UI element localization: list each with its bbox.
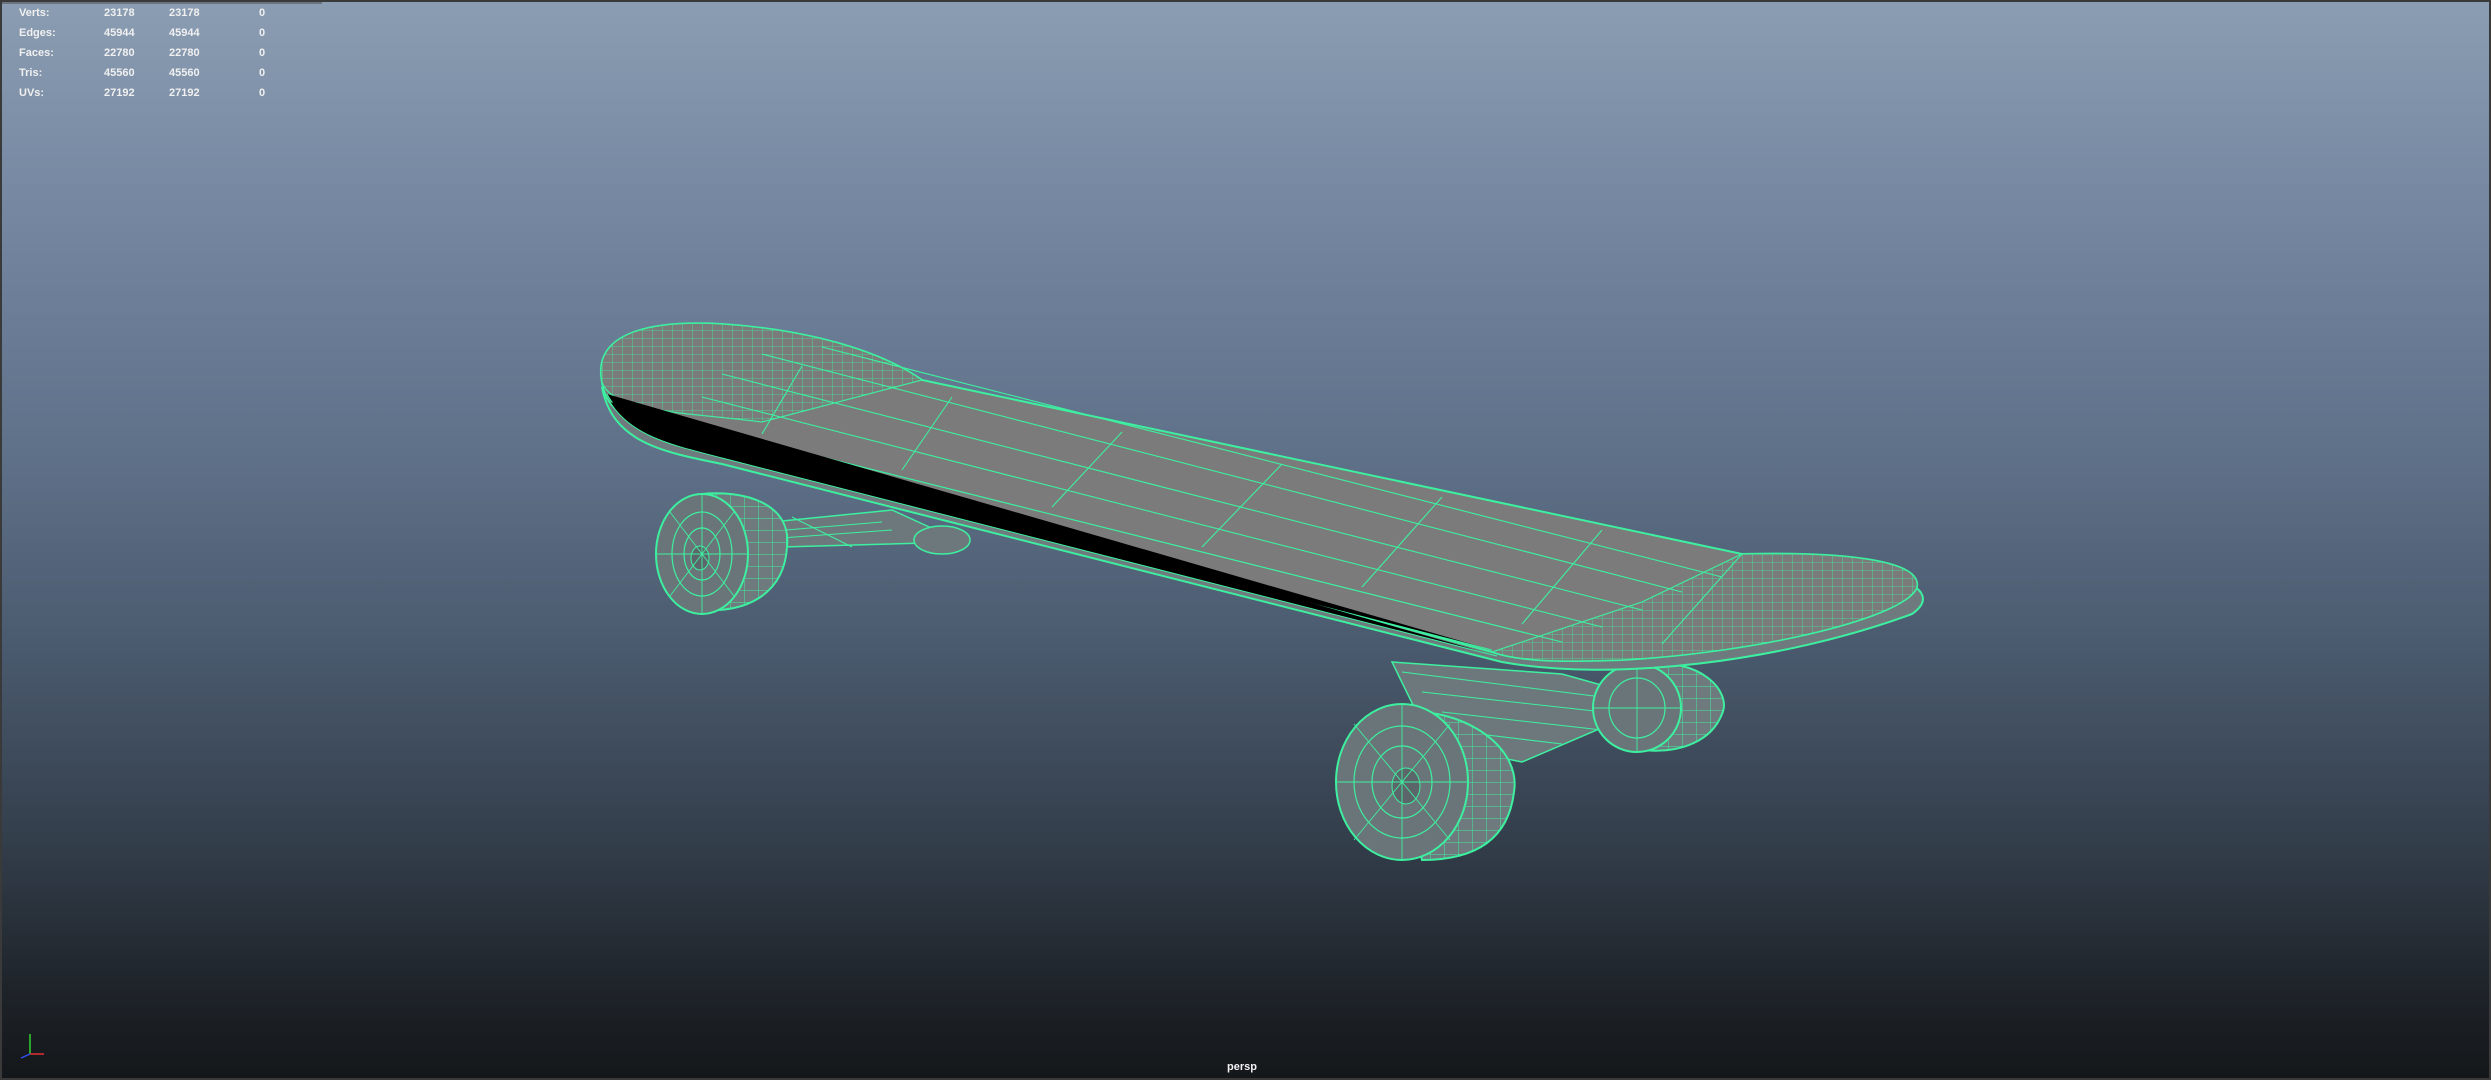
viewport-panel[interactable]: Verts: 23178 23178 0 Edges: 45944 45944 … <box>0 0 2491 1080</box>
xyz-axis-gizmo-icon <box>14 1028 50 1065</box>
camera-name-label: persp <box>1227 1061 1257 1073</box>
skateboard-deck <box>599 322 1924 671</box>
front-right-wheel <box>1592 662 1725 753</box>
rear-left-wheel <box>655 492 789 615</box>
skateboard-wireframe-model[interactable] <box>2 2 2491 1080</box>
